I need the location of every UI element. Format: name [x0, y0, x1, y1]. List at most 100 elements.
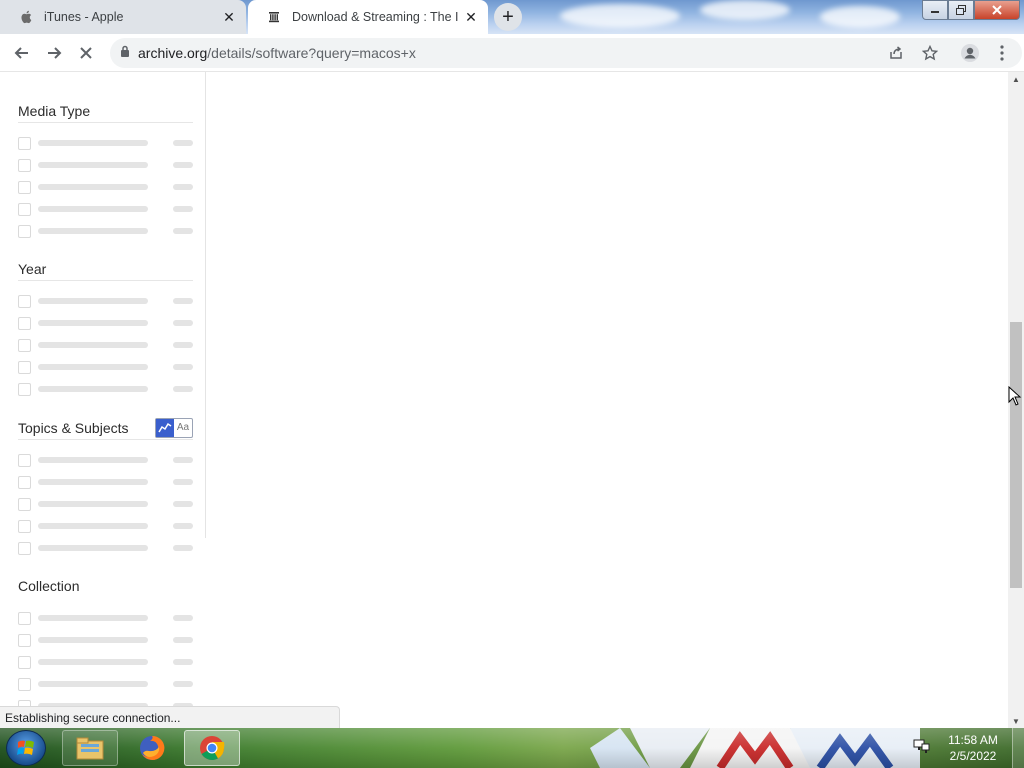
facet-row-placeholder[interactable]: [18, 198, 193, 220]
facet-checkbox[interactable]: [18, 180, 31, 194]
facet-checkbox[interactable]: [18, 224, 31, 238]
facet-checkbox[interactable]: [18, 382, 31, 396]
scroll-down-arrow-icon[interactable]: ▼: [1008, 714, 1024, 728]
tab-title: Download & Streaming : The Inte: [292, 10, 458, 24]
taskbar-clock[interactable]: 11:58 AM 2/5/2022: [940, 732, 1006, 764]
chrome-icon[interactable]: [184, 730, 240, 766]
facet-label-placeholder: [38, 184, 148, 190]
facet-checkbox[interactable]: [18, 453, 31, 467]
share-icon[interactable]: [888, 45, 904, 66]
window-controls: [922, 0, 1020, 20]
facet-checkbox[interactable]: [18, 611, 31, 625]
facet-row-placeholder[interactable]: [18, 471, 193, 493]
facet-row-placeholder[interactable]: [18, 312, 193, 334]
facet-count-placeholder: [173, 501, 193, 507]
facet-row-placeholder[interactable]: [18, 493, 193, 515]
facet-label-placeholder: [38, 320, 148, 326]
scroll-thumb[interactable]: [1010, 322, 1022, 588]
mouse-cursor-icon: [1008, 385, 1022, 411]
close-tab-icon[interactable]: ✕: [458, 4, 484, 30]
facet-checkbox[interactable]: [18, 633, 31, 647]
facet-row-placeholder[interactable]: [18, 629, 193, 651]
firefox-icon[interactable]: [124, 730, 180, 766]
page-content: Media Type Year Topics & Subjects Aa Col…: [0, 72, 1008, 728]
facet-count-placeholder: [173, 228, 193, 234]
tab-archive[interactable]: Download & Streaming : The Inte ✕: [248, 0, 488, 34]
facet-count-placeholder: [173, 386, 193, 392]
facet-checkbox[interactable]: [18, 202, 31, 216]
facet-checkbox[interactable]: [18, 677, 31, 691]
facet-label-placeholder: [38, 681, 148, 687]
tab-itunes[interactable]: iTunes - Apple ✕: [0, 0, 246, 34]
facet-count-placeholder: [173, 637, 193, 643]
facet-label-placeholder: [38, 364, 148, 370]
facet-row-placeholder[interactable]: [18, 176, 193, 198]
facet-view-toggle: Aa: [155, 417, 193, 438]
star-icon[interactable]: [921, 44, 939, 66]
facet-row-placeholder[interactable]: [18, 607, 193, 629]
facet-checkbox[interactable]: [18, 158, 31, 172]
browser-toolbar: archive.org/details/software?query=macos…: [0, 34, 1024, 72]
facet-label-placeholder: [38, 501, 148, 507]
address-bar[interactable]: archive.org/details/software?query=macos…: [110, 38, 1022, 68]
tab-title: iTunes - Apple: [44, 10, 124, 24]
scroll-up-arrow-icon[interactable]: ▲: [1008, 72, 1024, 86]
close-window-icon[interactable]: [974, 0, 1020, 20]
file-explorer-icon[interactable]: [62, 730, 118, 766]
start-orb-icon[interactable]: [6, 730, 46, 766]
facet-label-placeholder: [38, 162, 148, 168]
facet-checkbox[interactable]: [18, 338, 31, 352]
back-arrow-icon[interactable]: [8, 39, 36, 67]
network-icon[interactable]: [913, 738, 931, 759]
facet-row-placeholder[interactable]: [18, 378, 193, 400]
facet-row-placeholder[interactable]: [18, 290, 193, 312]
facet-row-placeholder[interactable]: [18, 154, 193, 176]
facet-row-placeholder[interactable]: [18, 356, 193, 378]
facet-count-placeholder: [173, 320, 193, 326]
facet-checkbox[interactable]: [18, 136, 31, 150]
facet-row-placeholder[interactable]: [18, 651, 193, 673]
profile-icon[interactable]: [956, 39, 984, 67]
facet-row-placeholder[interactable]: [18, 334, 193, 356]
facet-row-placeholder[interactable]: [18, 449, 193, 471]
facet-year: Year: [18, 257, 193, 400]
clock-time: 11:58 AM: [948, 733, 998, 747]
minimize-icon[interactable]: [922, 0, 948, 20]
facet-row-placeholder[interactable]: [18, 537, 193, 559]
facet-label-placeholder: [38, 457, 148, 463]
facet-checkbox[interactable]: [18, 294, 31, 308]
facet-count-placeholder: [173, 659, 193, 665]
facet-row-placeholder[interactable]: [18, 220, 193, 242]
forward-arrow-icon[interactable]: [40, 39, 68, 67]
histogram-chart-icon[interactable]: [156, 418, 174, 437]
new-tab-button[interactable]: +: [494, 3, 522, 31]
archive-icon: [266, 9, 282, 25]
facet-label-placeholder: [38, 342, 148, 348]
facet-row-placeholder[interactable]: [18, 515, 193, 537]
facet-checkbox[interactable]: [18, 475, 31, 489]
lock-icon[interactable]: [120, 44, 130, 62]
facet-count-placeholder: [173, 162, 193, 168]
facet-count-placeholder: [173, 457, 193, 463]
facet-row-placeholder[interactable]: [18, 132, 193, 154]
facet-checkbox[interactable]: [18, 360, 31, 374]
stop-loading-icon[interactable]: [72, 39, 100, 67]
menu-icon[interactable]: [988, 39, 1016, 67]
facet-label-placeholder: [38, 659, 148, 665]
facet-collection: Collection: [18, 574, 193, 717]
facet-checkbox[interactable]: [18, 497, 31, 511]
facet-count-placeholder: [173, 140, 193, 146]
facet-row-placeholder[interactable]: [18, 673, 193, 695]
url-text[interactable]: archive.org/details/software?query=macos…: [138, 45, 416, 61]
facet-label-placeholder: [38, 140, 148, 146]
facet-label-placeholder: [38, 523, 148, 529]
facet-checkbox[interactable]: [18, 519, 31, 533]
close-tab-icon[interactable]: ✕: [216, 4, 242, 30]
facet-count-placeholder: [173, 681, 193, 687]
facet-checkbox[interactable]: [18, 655, 31, 669]
text-list-toggle[interactable]: Aa: [174, 419, 192, 437]
show-desktop-button[interactable]: [1012, 728, 1024, 768]
restore-icon[interactable]: [948, 0, 974, 20]
facet-checkbox[interactable]: [18, 541, 31, 555]
facet-checkbox[interactable]: [18, 316, 31, 330]
